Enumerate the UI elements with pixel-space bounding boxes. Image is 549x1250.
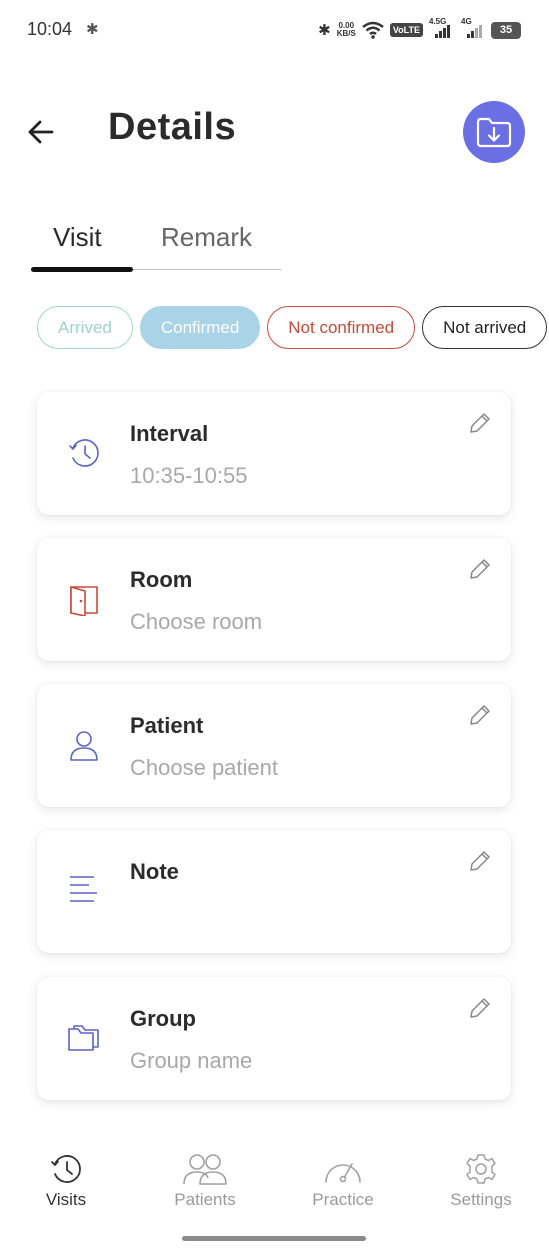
note-card[interactable]: Note [37, 830, 511, 953]
page-title: Details [108, 106, 237, 148]
door-icon [70, 586, 98, 616]
interval-value: 10:35-10:55 [130, 463, 248, 488]
chip-confirmed[interactable]: Confirmed [139, 306, 261, 349]
volte-badge: VoLTE [389, 23, 423, 37]
patient-title: Patient [130, 713, 204, 738]
network-speed-unit: KB/S [336, 29, 356, 38]
wifi-icon [362, 21, 384, 39]
nav-settings-label: Settings [450, 1190, 512, 1209]
home-indicator[interactable] [182, 1236, 366, 1241]
status-icons: ✱ 0.00 KB/S VoLTE 4.5G 4G 35 [318, 17, 521, 42]
edit-note-icon[interactable] [467, 848, 493, 874]
arrow-left-icon [28, 120, 54, 144]
edit-room-icon[interactable] [467, 556, 493, 582]
edit-group-icon[interactable] [467, 995, 493, 1021]
room-value: Choose room [130, 609, 263, 634]
status-filter-chips: Arrived Confirmed Not confirmed Not arri… [37, 306, 548, 350]
signal-sim2-icon: 4G [461, 17, 485, 38]
nav-patients-label: Patients [174, 1190, 236, 1209]
note-title: Note [130, 859, 179, 884]
room-card[interactable]: Room Choose room [37, 538, 511, 661]
folder-icon [68, 1025, 99, 1051]
battery-icon: 35 [491, 21, 521, 39]
status-time: 10:04 [27, 19, 73, 39]
group-title: Group [130, 1006, 196, 1031]
bluetooth-icon: ✱ [86, 21, 99, 38]
tab-visit[interactable]: Visit [53, 222, 102, 253]
active-tab-indicator [31, 267, 133, 272]
group-card[interactable]: Group Group name [37, 977, 511, 1100]
download-button[interactable] [463, 101, 525, 163]
chip-not-confirmed[interactable]: Not confirmed [267, 306, 416, 349]
gauge-icon [325, 1163, 361, 1183]
interval-card[interactable]: Interval 10:35-10:55 [37, 392, 511, 515]
group-value: Group name [130, 1048, 253, 1073]
nav-visits[interactable]: Visits [6, 1152, 126, 1210]
status-bar: 10:04 ✱ ✱ 0.00 KB/S VoLTE 4.5G 4G 35 [0, 0, 549, 60]
sim2-label: 4G [461, 17, 472, 26]
clock-icon [69, 439, 99, 467]
tab-remark[interactable]: Remark [161, 222, 252, 253]
text-lines-icon [70, 876, 97, 902]
clock-icon [51, 1155, 81, 1183]
nav-practice-label: Practice [312, 1190, 374, 1209]
room-title: Room [130, 567, 193, 592]
edit-interval-icon[interactable] [467, 410, 493, 436]
folder-download-icon [476, 117, 512, 148]
chip-not-arrived[interactable]: Not arrived [422, 306, 548, 349]
bottom-navigation: Visits Patients Practice Settings [0, 1130, 549, 1250]
interval-title: Interval [130, 421, 209, 446]
people-icon [183, 1154, 227, 1185]
person-icon [70, 731, 98, 761]
nav-visits-label: Visits [45, 1190, 87, 1209]
nav-practice[interactable]: Practice [283, 1152, 403, 1210]
edit-patient-icon[interactable] [467, 702, 493, 728]
patient-card[interactable]: Patient Choose patient [37, 684, 511, 807]
sim1-label: 4.5G [429, 17, 447, 26]
back-button[interactable] [22, 112, 62, 152]
tab-bar: Visit Remark [31, 216, 281, 272]
chip-arrived[interactable]: Arrived [37, 306, 133, 349]
gear-icon [466, 1154, 496, 1184]
network-speed: 0.00 KB/S [337, 22, 356, 38]
nav-patients[interactable]: Patients [145, 1152, 265, 1210]
nav-settings[interactable]: Settings [421, 1152, 541, 1210]
signal-sim1-icon: 4.5G [429, 17, 455, 38]
patient-value: Choose patient [130, 755, 278, 780]
bluetooth-status-icon: ✱ [318, 22, 331, 39]
